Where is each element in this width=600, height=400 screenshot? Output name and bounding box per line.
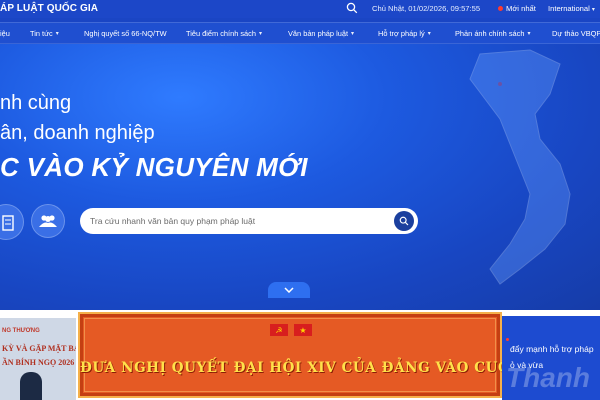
hero-section: nh cùng ân, doanh nghiệp C VÀO KỶ NGUYÊN… [0,44,600,310]
live-dot-icon [498,6,503,11]
search-icon [399,216,409,226]
search-icon[interactable] [346,2,360,16]
nav-item-van-ban[interactable]: Văn bản pháp luật ▾ [288,29,354,38]
legal-search-input[interactable] [90,216,380,226]
nav-item-du-thao[interactable]: Dự thảo VBQPPL [552,29,600,38]
nav-item-label: Tiêu điểm chính sách [186,29,256,38]
latest-news-link[interactable]: Mới nhất [498,4,536,13]
hero-heading-line-1: nh cùng [0,92,72,114]
banner-slogan: ĐƯA NGHỊ QUYẾT ĐẠI HỘI XIV CỦA ĐẢNG VÀO … [80,360,575,376]
chevron-down-icon: ▾ [351,31,355,37]
language-label: International [548,4,590,13]
chevron-down-icon: ▾ [55,31,59,37]
campaign-banner[interactable]: ☭ ★ ĐƯA NGHỊ QUYẾT ĐẠI HỘI XIV CỦA ĐẢNG … [78,312,575,398]
featured-strip: NG THƯƠNG KỲ VÀ GẶP MẶT BÁC ẦN BÍNH NGỌ … [0,310,600,400]
top-bar: ÁP LUẬT QUỐC GIA Chủ Nhật, 01/02/2026, 0… [0,0,600,18]
hero-heading-line-3: C VÀO KỶ NGUYÊN MỚI [0,152,308,182]
bullet-icon [506,338,509,341]
site-title[interactable]: ÁP LUẬT QUỐC GIA [0,3,98,14]
nav-item-phan-anh[interactable]: Phản ánh chính sách ▾ [455,29,530,38]
building-icon[interactable] [0,204,24,240]
nav-item-ho-tro[interactable]: Hỗ trợ pháp lý ▾ [378,29,431,38]
nav-item-label: Tin tức [30,29,53,38]
nav-item-0[interactable]: iệu [0,29,10,38]
thumbnail-text-2: KỲ VÀ GẶP MẶT BÁC [2,344,76,353]
latest-news-label: Mới nhất [506,4,536,13]
party-flag-icon: ☭ [270,324,288,336]
watermark-logo: Thanh [506,362,590,393]
person-silhouette [20,372,42,400]
nav-item-label: Phản ánh chính sách [455,29,525,38]
chevron-down-icon: ▾ [427,31,431,37]
nav-item-label: Hỗ trợ pháp lý [378,29,425,38]
people-icon[interactable] [31,204,65,238]
nav-item-label: iệu [0,29,10,38]
chevron-down-icon: ▾ [258,31,262,37]
language-switch[interactable]: International ▾ [548,4,595,13]
scroll-down-button[interactable] [268,282,310,298]
legal-search-box [80,208,418,234]
chevron-down-icon: ▾ [527,31,531,37]
nav-item-label: Dự thảo VBQPPL [552,29,600,38]
vietnam-map-graphic [469,49,571,285]
flags-group: ☭ ★ [270,324,312,336]
nav-item-label: Văn bản pháp luật [288,29,348,38]
search-button[interactable] [394,211,414,231]
national-flag-icon: ★ [294,324,312,336]
news-card-text-1: đẩy mạnh hỗ trợ pháp [510,344,594,354]
main-nav: iệu Tin tức ▾ Nghị quyết số 66-NQ/TW Tiêu… [0,22,600,44]
nav-item-tieu-diem[interactable]: Tiêu điểm chính sách ▾ [186,29,262,38]
thumbnail-text-1: NG THƯƠNG [2,328,40,334]
datetime-text: Chủ Nhật, 01/02/2026, 09:57:55 [372,4,481,13]
nav-item-label: Nghị quyết số 66-NQ/TW [84,29,167,38]
chevron-down-icon [284,287,294,293]
news-thumbnail-left[interactable]: NG THƯƠNG KỲ VÀ GẶP MẶT BÁC ẦN BÍNH NGỌ … [0,318,76,400]
thumbnail-text-3: ẦN BÍNH NGỌ 2026 [2,358,75,367]
chevron-down-icon: ▾ [591,7,595,13]
nav-item-nghi-quyet-66[interactable]: Nghị quyết số 66-NQ/TW [84,29,167,38]
hero-heading-line-2: ân, doanh nghiệp [0,122,155,144]
nav-item-tin-tuc[interactable]: Tin tức ▾ [30,29,59,38]
